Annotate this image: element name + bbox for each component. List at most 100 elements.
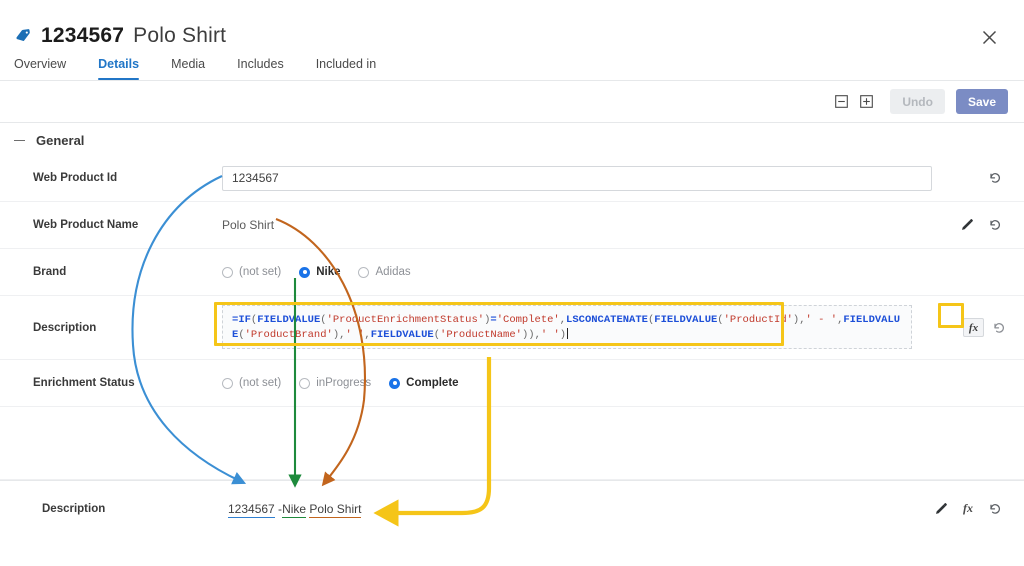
enrichment-status-radio-group: (not set) inProgress Complete (222, 377, 477, 389)
field-label-brand: Brand (33, 266, 67, 278)
description-formula-editor[interactable]: =IF(FIELDVALUE('ProductEnrichmentStatus'… (222, 305, 912, 349)
page-title: 1234567 Polo Shirt (14, 24, 226, 48)
field-actions-web-product-name (960, 218, 1002, 232)
enrichment-option-complete-label: Complete (406, 377, 459, 389)
formula-token-lsconcatenate: LSCONCATENATE (566, 314, 648, 326)
result-part-separator: - (274, 502, 283, 516)
formula-token-str-space: ' ' (345, 328, 365, 341)
brand-option-not-set-label: (not set) (239, 266, 282, 278)
tab-includes[interactable]: Includes (221, 57, 300, 80)
radio-icon-selected (389, 377, 401, 389)
brand-option-nike[interactable]: Nike (299, 266, 340, 278)
tab-includes-label: Includes (237, 57, 284, 71)
fx-icon[interactable]: fx (963, 501, 973, 516)
formula-token-paren: ) (559, 328, 567, 341)
field-actions-web-product-id (988, 171, 1002, 185)
tag-icon (14, 27, 32, 45)
result-label-description: Description (42, 503, 106, 515)
field-value-brand: (not set) Nike Adidas (222, 266, 429, 278)
field-label-web-product-name: Web Product Name (33, 219, 139, 231)
tab-media[interactable]: Media (155, 57, 221, 80)
field-row-web-product-id: Web Product Id (0, 155, 1024, 202)
page-header: 1234567 Polo Shirt Overview Details Medi… (0, 0, 1024, 80)
save-button[interactable]: Save (955, 89, 1008, 114)
brand-option-nike-label: Nike (316, 266, 341, 278)
enrichment-option-inprogress-label: inProgress (316, 377, 372, 389)
field-label-web-product-id: Web Product Id (33, 172, 118, 184)
field-rows: Web Product Id Web Product Name Polo Shi… (0, 155, 1024, 407)
field-row-web-product-name: Web Product Name Polo Shirt (0, 202, 1024, 249)
collapse-all-icon[interactable] (834, 95, 848, 109)
action-toolbar: Undo Save (0, 81, 1024, 123)
description-formula-text: =IF(FIELDVALUE('ProductEnrichmentStatus'… (232, 313, 902, 342)
pencil-icon[interactable] (960, 218, 974, 232)
formula-token-str-enrichment: 'ProductEnrichmentStatus' (326, 314, 485, 326)
radio-icon (222, 266, 233, 278)
minus-icon (14, 139, 25, 142)
description-fx-button[interactable]: fx (963, 318, 984, 337)
brand-radio-group: (not set) Nike Adidas (222, 266, 429, 278)
formula-token-fieldvalue-1: FIELDVALUE (257, 314, 321, 326)
tab-overview[interactable]: Overview (14, 57, 82, 80)
enrichment-option-inprogress[interactable]: inProgress (299, 377, 371, 389)
description-result-row: Description 1234567 -Nike Polo Shirt fx (0, 480, 1024, 540)
revert-icon[interactable] (992, 321, 1006, 335)
expand-all-icon[interactable] (859, 95, 873, 109)
empty-band (0, 420, 1024, 480)
tab-media-label: Media (171, 57, 206, 71)
enrichment-option-not-set[interactable]: (not set) (222, 377, 281, 389)
field-actions-description: fx (963, 318, 1006, 337)
radio-icon-selected (299, 266, 311, 278)
tab-bar: Overview Details Media Includes Included… (14, 57, 392, 80)
tab-included-in-label: Included in (315, 57, 377, 71)
result-part-brand: Nike (282, 502, 307, 518)
web-product-id-input[interactable] (222, 165, 932, 191)
brand-option-adidas-label: Adidas (375, 266, 411, 278)
field-value-web-product-name[interactable]: Polo Shirt (222, 216, 274, 234)
web-product-name-value: Polo Shirt (222, 218, 275, 232)
field-label-description: Description (33, 321, 97, 334)
field-value-enrichment-status: (not set) inProgress Complete (222, 377, 477, 389)
formula-token-str-blank: ' ' (540, 328, 560, 341)
formula-token-if: IF (238, 314, 251, 326)
enrichment-option-not-set-label: (not set) (239, 377, 282, 389)
close-button[interactable] (976, 27, 1002, 53)
save-button-label: Save (967, 94, 996, 109)
revert-icon[interactable] (988, 502, 1002, 516)
field-value-web-product-id (222, 165, 932, 191)
field-label-enrichment-status: Enrichment Status (33, 377, 135, 389)
formula-token-str-complete: 'Complete' (496, 314, 560, 326)
undo-button[interactable]: Undo (890, 89, 945, 114)
result-part-name: Polo Shirt (309, 502, 362, 518)
brand-option-adidas[interactable]: Adidas (358, 266, 411, 278)
product-name: Polo Shirt (133, 24, 227, 47)
enrichment-option-complete[interactable]: Complete (389, 377, 459, 389)
tab-included-in[interactable]: Included in (300, 57, 392, 80)
pencil-icon[interactable] (934, 502, 948, 516)
section-general-header[interactable]: General (14, 133, 84, 148)
radio-icon (299, 377, 311, 389)
radio-icon (222, 377, 233, 389)
revert-icon[interactable] (988, 218, 1002, 232)
radio-icon (358, 266, 370, 278)
undo-button-label: Undo (902, 94, 933, 109)
revert-icon[interactable] (988, 171, 1002, 185)
formula-token-fieldvalue-4: FIELDVALUE (370, 328, 434, 341)
formula-token-str-productname: 'ProductName' (440, 328, 522, 341)
description-result-value[interactable]: 1234567 -Nike Polo Shirt (228, 502, 362, 518)
brand-option-not-set[interactable]: (not set) (222, 266, 281, 278)
tab-details[interactable]: Details (82, 57, 155, 80)
result-part-id: 1234567 (228, 502, 275, 518)
tab-overview-label: Overview (14, 57, 67, 71)
fx-icon: fx (968, 321, 979, 334)
field-row-brand: Brand (not set) Nike Adidas (0, 249, 1024, 296)
formula-token-str-productid: 'ProductId' (723, 314, 793, 326)
formula-token-fieldvalue-2: FIELDVALUE (654, 314, 718, 326)
text-caret (567, 327, 569, 339)
product-id: 1234567 (41, 24, 125, 47)
close-icon (982, 30, 997, 50)
toolbar-actions: Undo Save (834, 89, 1008, 114)
formula-token-str-dash: ' - ' (805, 314, 838, 326)
field-row-description: Description =IF(FIELDVALUE('ProductEnric… (0, 296, 1024, 360)
tab-details-label: Details (98, 57, 140, 71)
